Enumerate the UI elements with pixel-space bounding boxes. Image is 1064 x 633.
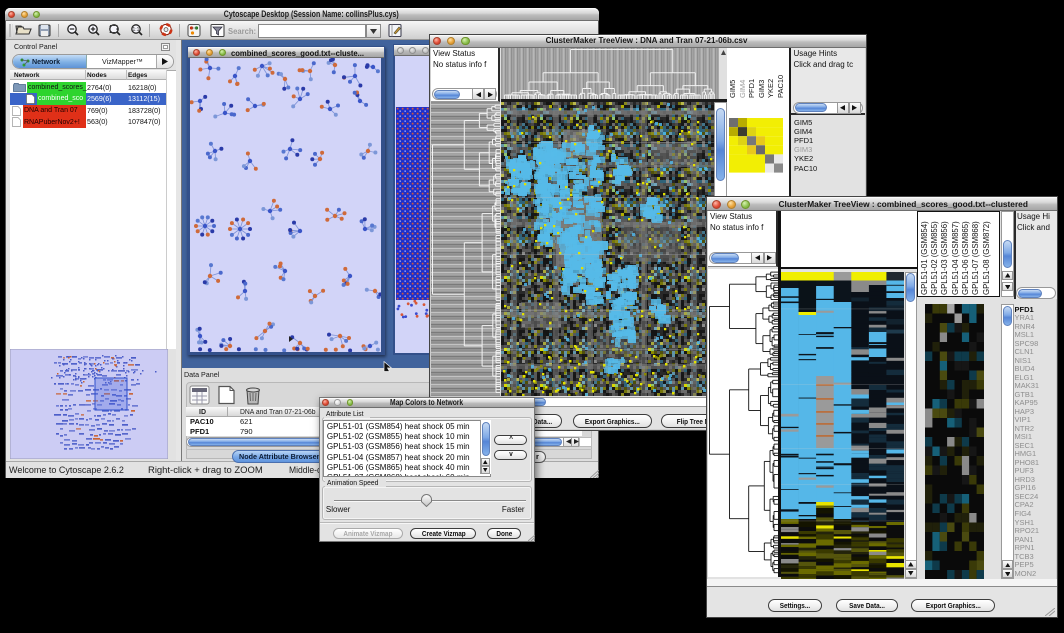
svg-text:1:1: 1:1 [133,27,140,33]
